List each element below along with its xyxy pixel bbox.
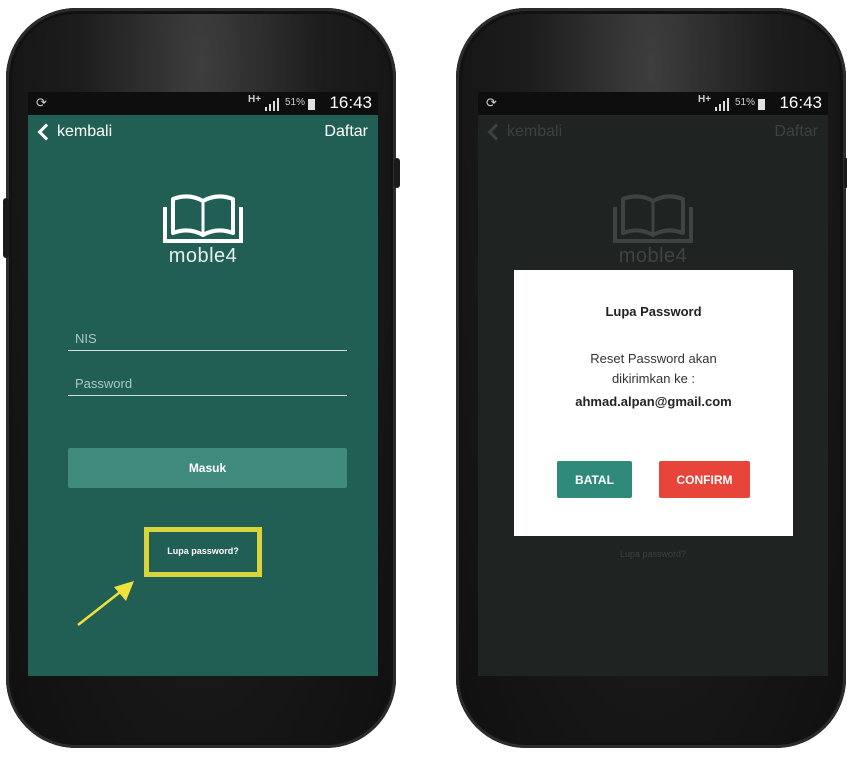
confirm-button[interactable]: CONFIRM bbox=[659, 461, 750, 498]
phone-dialog: ⟳ H+ 51% 16:43 kembali Daftar moble4 Lup… bbox=[456, 8, 847, 748]
login-screen: ⟳ H+ 51% 16:43 kembali Daftar moble4 NIS… bbox=[28, 92, 378, 676]
battery-icon bbox=[758, 99, 765, 110]
register-link: Daftar bbox=[774, 123, 818, 140]
signal-icon bbox=[715, 98, 729, 111]
app-name: moble4 bbox=[168, 245, 238, 267]
app-name: moble4 bbox=[618, 245, 688, 267]
back-chevron-icon bbox=[37, 123, 55, 141]
forgot-password-link[interactable]: Lupa password? bbox=[144, 527, 262, 577]
forgot-password-link: Lupa password? bbox=[619, 549, 687, 559]
pointer-arrow-icon bbox=[77, 581, 134, 626]
refresh-icon: ⟳ bbox=[486, 95, 497, 110]
battery-icon bbox=[308, 99, 315, 110]
status-bar: ⟳ H+ 51% 16:43 bbox=[28, 92, 378, 115]
network-type: H+ bbox=[698, 94, 712, 105]
dimmed-login-view: kembali Daftar moble4 Lupa password? Lup… bbox=[478, 115, 828, 676]
dialog-message-cont: dikirimkan ke : bbox=[611, 371, 696, 386]
dialog-email: ahmad.alpan@gmail.com bbox=[575, 394, 732, 409]
back-label: kembali bbox=[507, 123, 563, 140]
network-type: H+ bbox=[248, 94, 262, 105]
back-chevron-icon bbox=[487, 123, 505, 141]
status-bar: ⟳ H+ 51% 16:43 bbox=[478, 92, 828, 115]
battery-percentage: 51% bbox=[735, 97, 756, 108]
back-button: kembali bbox=[485, 123, 562, 141]
app-top-bar: kembali Daftar bbox=[478, 115, 828, 155]
nis-input[interactable] bbox=[68, 326, 354, 350]
phone-side-button bbox=[394, 158, 400, 188]
cancel-button[interactable]: BATAL bbox=[557, 461, 632, 498]
phone-volume-button bbox=[3, 198, 9, 258]
password-input[interactable] bbox=[68, 371, 354, 395]
dialog-title: Lupa Password bbox=[605, 304, 702, 319]
dialog-screen: ⟳ H+ 51% 16:43 kembali Daftar moble4 Lup… bbox=[478, 92, 828, 676]
back-label: kembali bbox=[57, 123, 113, 140]
password-field bbox=[68, 371, 354, 396]
clock: 16:43 bbox=[329, 93, 372, 112]
signal-icon bbox=[265, 98, 279, 111]
login-button[interactable]: Masuk bbox=[68, 448, 347, 488]
back-button[interactable]: kembali bbox=[35, 123, 112, 141]
refresh-icon: ⟳ bbox=[36, 95, 47, 110]
nis-field bbox=[68, 326, 354, 351]
book-logo-icon bbox=[163, 194, 243, 243]
battery-percentage: 51% bbox=[285, 97, 306, 108]
dialog-message: Reset Password akan bbox=[590, 351, 717, 366]
login-view: kembali Daftar moble4 Masuk Lupa passwor… bbox=[28, 115, 378, 676]
phone-login: ⟳ H+ 51% 16:43 kembali Daftar moble4 NIS… bbox=[3, 8, 400, 748]
forgot-password-dialog: Lupa Password Reset Password akan dikiri… bbox=[514, 270, 793, 536]
clock: 16:43 bbox=[779, 93, 822, 112]
app-top-bar: kembali Daftar bbox=[28, 115, 378, 155]
book-logo-icon bbox=[613, 194, 693, 243]
register-link[interactable]: Daftar bbox=[324, 123, 368, 141]
